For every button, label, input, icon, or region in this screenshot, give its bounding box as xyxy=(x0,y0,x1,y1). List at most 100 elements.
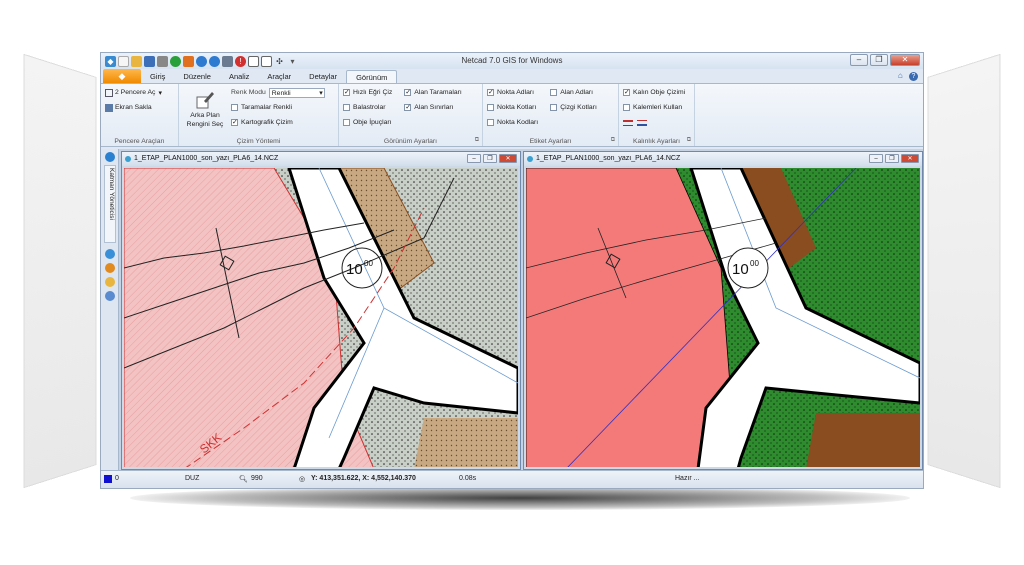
tab-araclar[interactable]: Araçlar xyxy=(258,70,300,83)
map-restore-button[interactable]: ❐ xyxy=(483,154,497,163)
obj-hints-checkbox[interactable]: Obje İpuçları xyxy=(343,117,392,128)
customize-qat-icon[interactable]: ▾ xyxy=(287,56,298,67)
cartographic-checkbox[interactable]: ✓ Kartografik Çizim xyxy=(231,117,325,128)
point-codes-label: Nokta Kodları xyxy=(497,119,539,126)
background-color-button[interactable]: Arka Plan Rengini Seç xyxy=(183,89,227,132)
collapse-ribbon-icon[interactable]: ⌂ xyxy=(898,71,903,80)
map-canvas-left[interactable]: SKK 10 00 xyxy=(124,168,518,467)
help-icon[interactable]: ? xyxy=(909,72,918,81)
status-bar: 0 DUZ 🔍︎ 990 ◎ Y: 413,351.622, X: 4,552,… xyxy=(101,470,923,488)
cartographic-label: Kartografik Çizim xyxy=(241,119,293,126)
netcad-window: ◆ ! ✣ ▾ Netcad 7.0 GIS for Windows – ❐ ✕… xyxy=(100,52,924,489)
cartographic-box: ✓ xyxy=(231,119,238,126)
group-kalinlik-ayarlari: ✓ Kalın Obje Çizimi Kalemleri Kullan Kal… xyxy=(619,84,695,146)
map-window-title: 1_ETAP_PLAN1000_son_yazı_PLA6_14.NCZ – ❐… xyxy=(524,152,922,166)
undo-icon[interactable] xyxy=(196,55,207,67)
point-codes-checkbox[interactable]: Nokta Kodları xyxy=(487,117,538,128)
pan-icon[interactable]: ✣ xyxy=(274,56,285,67)
bold-objects-checkbox[interactable]: ✓ Kalın Obje Çizimi xyxy=(623,87,690,98)
open-folder-icon[interactable] xyxy=(131,55,142,67)
color-mode-select[interactable]: Renkli xyxy=(268,87,325,98)
zoom-extents-icon[interactable] xyxy=(248,55,259,67)
ribbon-options: ⌂ ? xyxy=(898,71,918,81)
close-button[interactable]: ✕ xyxy=(890,54,920,66)
save-screen-button[interactable]: Ekran Sakla xyxy=(105,102,174,113)
map-window-title-text: 1_ETAP_PLAN1000_son_yazı_PLA6_14.NCZ xyxy=(134,155,279,162)
new-file-icon[interactable] xyxy=(118,55,129,67)
group-cizim-yontemi: Arka Plan Rengini Seç Renk Modu Renkli T… xyxy=(179,84,339,146)
point-elev-checkbox[interactable]: Nokta Kotları xyxy=(487,102,538,113)
map-close-button[interactable]: ✕ xyxy=(901,154,919,163)
status-zoom[interactable]: 990 xyxy=(251,475,263,482)
properties-icon[interactable] xyxy=(105,249,115,259)
decorative-panel-right xyxy=(927,53,1001,489)
map-restore-button[interactable]: ❐ xyxy=(885,154,899,163)
point-elev-box xyxy=(487,104,494,111)
point-codes-box xyxy=(487,119,494,126)
layer-color-swatch[interactable] xyxy=(104,475,112,483)
map-minimize-button[interactable]: – xyxy=(467,154,481,163)
group-label-pencere: Pencere Araçları xyxy=(114,138,165,145)
use-pens-box xyxy=(623,104,630,111)
map-window-left[interactable]: 1_ETAP_PLAN1000_son_yazı_PLA6_14.NCZ – ❐… xyxy=(121,151,521,470)
brown-parcel-bottom xyxy=(806,413,920,467)
obj-hints-label: Obje İpuçları xyxy=(353,119,392,126)
area-hatch-checkbox[interactable]: ✓ Alan Taramaları xyxy=(404,87,462,98)
print-icon[interactable] xyxy=(157,55,168,67)
map-window-right[interactable]: 1_ETAP_PLAN1000_son_yazı_PLA6_14.NCZ – ❐… xyxy=(523,151,923,470)
area-hatch-box: ✓ xyxy=(404,89,412,96)
layers-icon[interactable] xyxy=(183,55,194,67)
application-menu-button[interactable]: ◆ xyxy=(103,69,141,83)
map-close-button[interactable]: ✕ xyxy=(499,154,517,163)
dialog-launcher-icon[interactable]: ⧉ xyxy=(475,137,479,144)
split-window-icon xyxy=(105,88,113,97)
map-minimize-button[interactable]: – xyxy=(869,154,883,163)
line-elev-checkbox[interactable]: Çizgi Kotları xyxy=(550,102,597,113)
pin-icon[interactable] xyxy=(170,55,181,67)
tab-analiz[interactable]: Analiz xyxy=(220,70,258,83)
screenshot-stage: ◆ ! ✣ ▾ Netcad 7.0 GIS for Windows – ❐ ✕… xyxy=(0,0,1024,565)
tab-detaylar[interactable]: Detaylar xyxy=(300,70,346,83)
map-window-title-text: 1_ETAP_PLAN1000_son_yazı_PLA6_14.NCZ xyxy=(536,155,681,162)
layer-manager-tab[interactable]: Katman Yöneticisi xyxy=(104,165,116,243)
minimize-button[interactable]: – xyxy=(850,54,868,66)
quick-access-toolbar: ◆ ! ✣ ▾ xyxy=(101,55,298,67)
app-logo-icon[interactable]: ◆ xyxy=(105,55,116,67)
balast-checkbox[interactable]: Balastrolar xyxy=(343,102,392,113)
area-names-checkbox[interactable]: Alan Adları xyxy=(550,87,597,98)
layers-panel-icon[interactable] xyxy=(105,152,115,162)
group-gorunum-ayarlari: ✓ Hızlı Eğri Çiz Balastrolar Obje İpuçla… xyxy=(339,84,483,146)
palette-icon[interactable] xyxy=(105,263,115,273)
info-icon[interactable]: ! xyxy=(235,55,246,67)
group-label-gorunum: Görünüm Ayarları xyxy=(383,138,438,145)
line-style-icon[interactable] xyxy=(637,119,647,126)
map-canvas-right[interactable]: 10 00 xyxy=(526,168,920,467)
dialog-launcher-icon[interactable]: ⧉ xyxy=(687,137,691,144)
save-icon[interactable] xyxy=(144,55,155,67)
tab-gorunum[interactable]: Görünüm xyxy=(346,70,398,83)
status-layer[interactable]: 0 xyxy=(115,475,119,482)
hatch-colored-checkbox[interactable]: Taramalar Renkli xyxy=(231,102,325,113)
floor-shadow xyxy=(130,486,910,510)
table-icon[interactable] xyxy=(222,55,233,67)
search-icon[interactable] xyxy=(105,277,115,287)
tab-giris[interactable]: Giriş xyxy=(141,70,174,83)
area-bounds-checkbox[interactable]: ✓ Alan Sınırları xyxy=(404,102,461,113)
elevation-sup-label: 00 xyxy=(364,259,373,268)
split-windows-button[interactable]: 2 Pencere Aç ▾ xyxy=(105,87,174,98)
restore-button[interactable]: ❐ xyxy=(870,54,888,66)
status-mode[interactable]: DUZ xyxy=(185,475,199,482)
area-hatch-label: Alan Taramaları xyxy=(414,89,462,96)
point-names-checkbox[interactable]: ✓ Nokta Adları xyxy=(487,87,538,98)
map-drawing-right: 10 00 xyxy=(526,168,920,467)
line-weight-icon[interactable] xyxy=(623,119,633,126)
dialog-launcher-icon[interactable]: ⧉ xyxy=(611,137,615,144)
zoom-window-icon[interactable] xyxy=(261,55,272,67)
redo-icon[interactable] xyxy=(209,55,220,67)
fast-curve-checkbox[interactable]: ✓ Hızlı Eğri Çiz xyxy=(343,87,392,98)
settings-icon[interactable] xyxy=(105,291,115,301)
tab-duzenle[interactable]: Düzenle xyxy=(174,70,220,83)
bold-objects-label: Kalın Obje Çizimi xyxy=(633,89,686,96)
use-pens-checkbox[interactable]: Kalemleri Kullan xyxy=(623,102,690,113)
ribbon-tabs: ◆ Giriş Düzenle Analiz Araçlar Detaylar … xyxy=(101,69,923,83)
